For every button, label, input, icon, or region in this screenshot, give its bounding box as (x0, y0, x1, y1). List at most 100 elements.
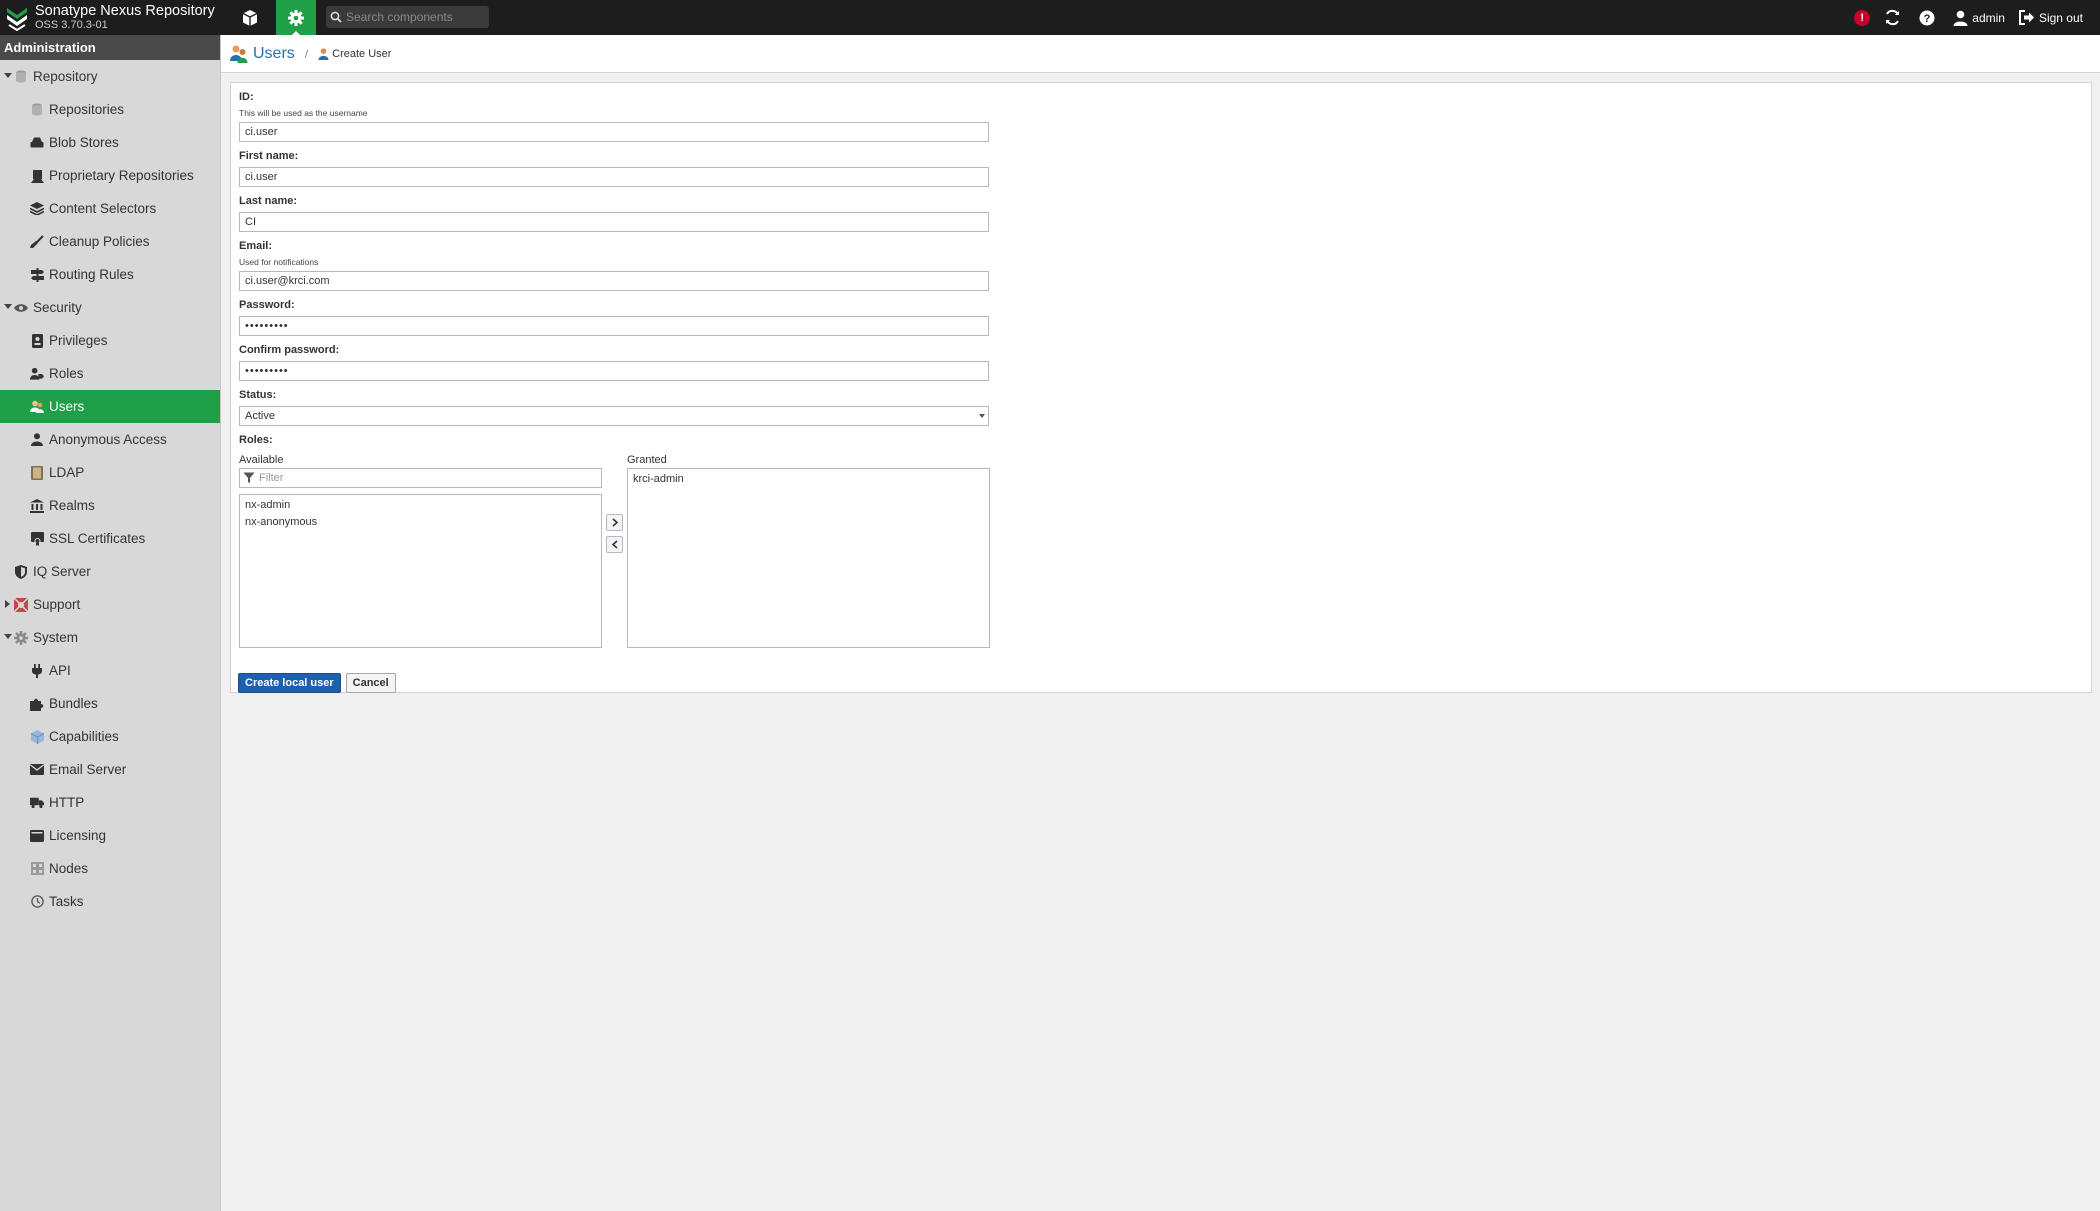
sidebar-item-http[interactable]: HTTP (0, 786, 220, 819)
last-name-field[interactable]: CI (239, 212, 989, 232)
sidebar-item-ssl-certificates[interactable]: SSL Certificates (0, 522, 220, 555)
status-select[interactable]: Active (239, 406, 991, 426)
remove-role-button[interactable] (606, 536, 623, 553)
eye-icon (14, 301, 28, 315)
wallet-icon (30, 829, 44, 843)
confirm-password-field[interactable]: ••••••••• (239, 361, 989, 381)
sidebar-item-repository[interactable]: Repository (0, 60, 220, 93)
sidebar-item-label: Routing Rules (49, 267, 134, 282)
add-role-button[interactable] (606, 514, 623, 531)
help-icon: ? (1919, 10, 1935, 25)
status-label: Status: (239, 389, 277, 401)
breadcrumb-separator: / (304, 46, 309, 61)
cancel-button[interactable]: Cancel (345, 673, 396, 693)
sidebar-item-email-server[interactable]: Email Server (0, 753, 220, 786)
sidebar-item-proprietary-repositories[interactable]: Proprietary Repositories (0, 159, 220, 192)
sidebar-item-label: Content Selectors (49, 201, 157, 216)
user-menu-button[interactable]: admin (1946, 0, 2012, 35)
app-name: Sonatype Nexus Repository (35, 3, 215, 19)
sidebar-item-support[interactable]: Support (0, 588, 220, 621)
sidebar-item-roles[interactable]: Roles (0, 357, 220, 390)
sign-out-button[interactable]: Sign out (2012, 0, 2090, 35)
sidebar-item-label: LDAP (49, 465, 85, 480)
gear-icon (288, 9, 304, 26)
sidebar-item-label: Support (33, 597, 81, 612)
alert-icon: ! (1854, 9, 1871, 26)
sidebar-item-label: Tasks (49, 894, 84, 909)
sidebar-item-label: Bundles (49, 696, 98, 711)
id-field[interactable]: ci.user (239, 122, 989, 142)
refresh-button[interactable] (1877, 0, 1912, 35)
caret-down-icon[interactable] (4, 73, 12, 78)
sidebar-item-blob-stores[interactable]: Blob Stores (0, 126, 220, 159)
sidebar-item-privileges[interactable]: Privileges (0, 324, 220, 357)
app-version: OSS 3.70.3-01 (35, 19, 108, 31)
sidebar-item-nodes[interactable]: Nodes (0, 852, 220, 885)
user-icon (30, 433, 44, 447)
role-list-item[interactable]: krci-admin (633, 471, 984, 488)
sidebar-item-users[interactable]: Users (0, 390, 220, 423)
brand[interactable]: Sonatype Nexus Repository OSS 3.70.3-01 (5, 2, 215, 33)
email-field[interactable]: ci.user@krci.com (239, 271, 989, 291)
sidebar-item-label: Repository (33, 69, 98, 84)
caret-right-icon[interactable] (5, 600, 10, 608)
sidebar-item-label: API (49, 663, 71, 678)
role-filter-input[interactable] (259, 472, 589, 484)
roles-selector: Available Granted nx-adminnx-anonymous (239, 454, 991, 674)
users-icon (230, 45, 248, 63)
alert-button[interactable]: ! (1847, 0, 1877, 35)
shield-icon (14, 564, 28, 579)
truck-icon (30, 796, 44, 810)
role-filter[interactable] (239, 468, 602, 488)
help-button[interactable]: ? (1912, 0, 1946, 35)
plug-icon (30, 663, 44, 678)
sign-out-label: Sign out (2038, 10, 2083, 25)
search-box[interactable] (326, 6, 489, 28)
sidebar-item-security[interactable]: Security (0, 291, 220, 324)
browse-mode-button[interactable] (230, 0, 270, 35)
sidebar-item-label: Capabilities (49, 729, 119, 744)
granted-roles-list[interactable]: krci-admin (627, 468, 990, 648)
sidebar-item-tasks[interactable]: Tasks (0, 885, 220, 918)
password-field[interactable]: ••••••••• (239, 316, 989, 336)
caret-down-icon[interactable] (4, 304, 12, 309)
available-roles-list[interactable]: nx-admin nx-anonymous (239, 494, 602, 648)
sidebar-item-label: Roles (49, 366, 84, 381)
sidebar-item-label: Proprietary Repositories (49, 168, 194, 183)
sidebar-item-licensing[interactable]: Licensing (0, 819, 220, 852)
envelope-icon (30, 763, 44, 777)
chevron-right-icon (611, 518, 618, 527)
first-name-field[interactable]: ci.user (239, 167, 989, 187)
sidebar-item-bundles[interactable]: Bundles (0, 687, 220, 720)
sidebar-item-capabilities[interactable]: Capabilities (0, 720, 220, 753)
sidebar-item-anonymous-access[interactable]: Anonymous Access (0, 423, 220, 456)
sidebar-item-realms[interactable]: Realms (0, 489, 220, 522)
id-badge-icon (30, 333, 44, 348)
sidebar-item-api[interactable]: API (0, 654, 220, 687)
sidebar-item-cleanup-policies[interactable]: Cleanup Policies (0, 225, 220, 258)
search-input[interactable] (346, 10, 486, 24)
caret-down-icon[interactable] (4, 634, 12, 639)
sidebar-item-content-selectors[interactable]: Content Selectors (0, 192, 220, 225)
sidebar: Administration Repository Repositories Blo… (0, 35, 221, 1211)
create-local-user-button[interactable]: Create local user (238, 673, 341, 693)
sign-out-icon (2018, 10, 2034, 25)
sidebar-item-ldap[interactable]: LDAP (0, 456, 220, 489)
role-list-item[interactable]: nx-anonymous (245, 514, 596, 531)
sidebar-item-iq-server[interactable]: IQ Server (0, 555, 220, 588)
chevron-left-icon (611, 540, 618, 549)
sidebar-item-system[interactable]: System (0, 621, 220, 654)
sidebar-item-label: HTTP (49, 795, 85, 810)
user-secret-icon (30, 169, 44, 183)
sidebar-item-label: Email Server (49, 762, 127, 777)
admin-mode-button[interactable] (276, 0, 316, 35)
sidebar-item-routing-rules[interactable]: Routing Rules (0, 258, 220, 291)
sidebar-item-label: Licensing (49, 828, 107, 843)
sidebar-item-repositories[interactable]: Repositories (0, 93, 220, 126)
nav-list: Repository Repositories Blob Stores Proprie… (0, 60, 220, 918)
breadcrumb-users-link[interactable]: Users (253, 45, 295, 63)
available-label: Available (239, 454, 284, 466)
layers-icon (30, 202, 44, 216)
certificate-icon (30, 531, 44, 546)
role-list-item[interactable]: nx-admin (245, 497, 596, 514)
